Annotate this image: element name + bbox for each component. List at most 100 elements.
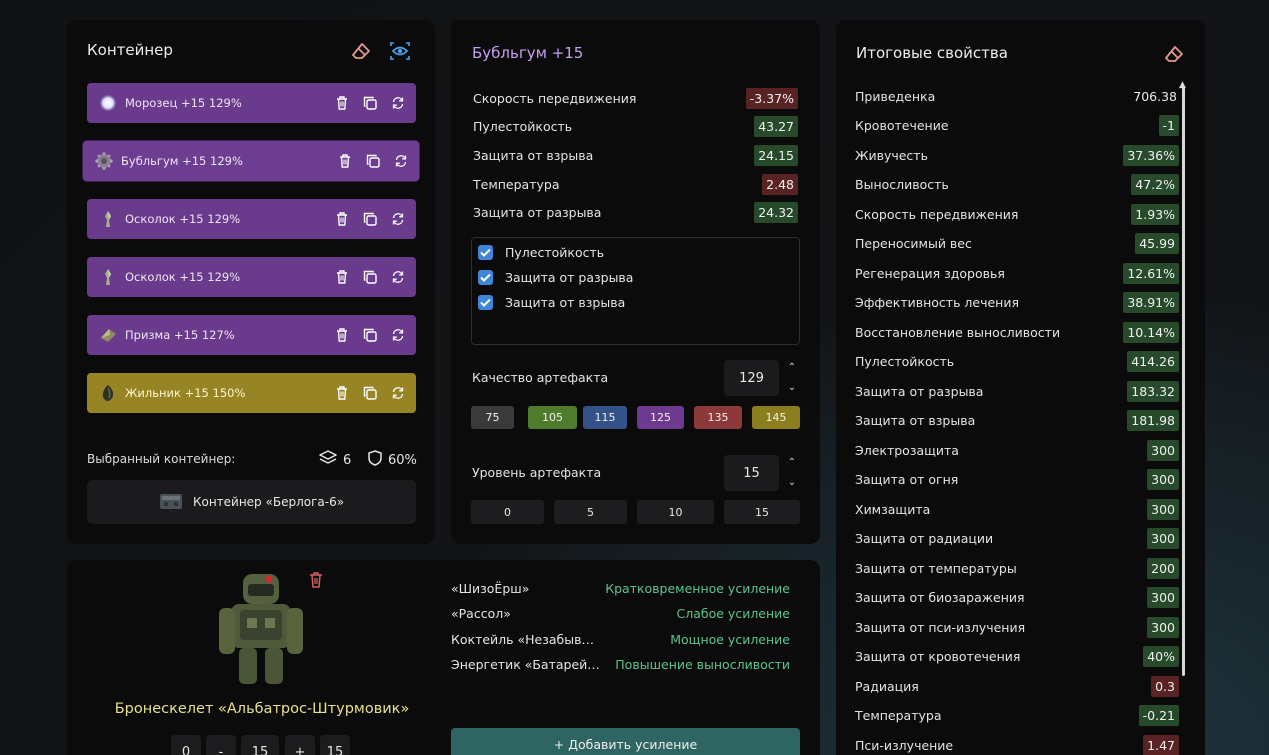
total-prop-row: Пулестойкость 414.26 [855,350,1179,374]
checklist-item[interactable]: Защита от взрыва [478,295,625,310]
stat-value: 2.48 [762,173,798,195]
vein-rock-icon [99,384,117,402]
quality-preset-button[interactable]: 135 [694,406,742,429]
quality-input[interactable]: 129 [724,360,779,396]
trash-icon[interactable] [332,383,352,403]
suit-level-min-button[interactable]: 0 [171,735,201,755]
layers-icon [319,450,337,470]
suit-level-input[interactable]: 15 [241,735,279,755]
artifact-stat-row: Скорость передвижения -3.37% [473,86,798,110]
swap-icon[interactable] [388,93,408,113]
trash-icon[interactable] [305,569,327,591]
prop-name: Переносимый вес [855,236,972,251]
container-item[interactable]: Призма +15 127% [87,315,416,355]
container-item[interactable]: Осколок +15 129% [87,257,416,297]
stat-name: Защита от взрыва [473,147,594,163]
checkbox-checked-icon[interactable] [478,295,493,310]
suit-panel: Бронескелет «Альбатрос-Штурмовик» «ШизоЁ… [67,560,820,755]
eraser-icon[interactable] [1163,43,1185,65]
checklist-item[interactable]: Защита от разрыва [478,270,633,285]
stat-name: Защита от разрыва [473,205,602,221]
checklist-item[interactable]: Пулестойкость [478,245,604,260]
quality-preset-button[interactable]: 115 [583,406,627,429]
artifact-stat-row: Пулестойкость 43.27 [473,115,798,139]
container-item[interactable]: Осколок +15 129% [87,199,416,239]
container-item[interactable]: Бубльгум +15 129% [83,141,419,181]
level-preset-button[interactable]: 0 [471,500,544,524]
boost-row[interactable]: Энергетик «Батарейка» Повышение выносливо… [451,655,790,675]
level-preset-button[interactable]: 15 [724,500,800,524]
prop-name: Приведенка [855,88,936,104]
stat-value: 43.27 [754,116,798,138]
total-prop-row: Живучесть 37.36% [855,143,1179,167]
chevron-up-icon[interactable]: ⌃ [788,458,796,468]
suit-level-decrease-button[interactable]: - [206,735,236,755]
boost-row[interactable]: «Рассол» Слабое усиление [451,604,790,624]
frost-orb-icon [99,94,117,112]
item-label: Осколок +15 129% [125,212,241,226]
prop-name: Кровотечение [855,118,949,133]
trash-icon[interactable] [332,325,352,345]
stat-value: -3.37% [745,87,798,109]
boost-row[interactable]: «ШизоЁрш» Кратковременное усиление [451,578,790,598]
prop-value: -1 [1158,115,1179,136]
boost-row[interactable]: Коктейль «Незабываемый» Мощное усиление [451,629,790,649]
quality-preset-button[interactable]: 105 [528,406,577,429]
trash-icon[interactable] [335,151,355,171]
prop-value: 414.26 [1127,351,1179,372]
chevron-up-icon[interactable]: ⌃ [788,363,796,373]
total-prop-row: Защита от биозаражения 300 [855,586,1179,610]
checkbox-checked-icon[interactable] [478,270,493,285]
suit-name: Бронескелет «Альбатрос-Штурмовик» [114,701,410,717]
total-prop-row: Защита от пси-излучения 300 [855,615,1179,639]
quality-preset-button[interactable]: 125 [637,406,684,429]
quality-spinner[interactable]: ⌃ ⌄ [786,363,798,393]
trash-icon[interactable] [332,93,352,113]
swap-icon[interactable] [388,383,408,403]
level-preset-button[interactable]: 10 [637,500,714,524]
prop-name: Выносливость [855,177,949,192]
scroll-up-icon[interactable]: ▲ [1179,80,1186,90]
container-item[interactable]: Жильник +15 150% [87,373,416,413]
quality-preset-button[interactable]: 145 [752,406,800,429]
swap-icon[interactable] [388,325,408,345]
total-prop-row: Защита от радиации 300 [855,527,1179,551]
copy-icon[interactable] [360,325,380,345]
trash-icon[interactable] [332,209,352,229]
eraser-icon[interactable] [350,40,372,62]
checkbox-checked-icon[interactable] [478,245,493,260]
level-preset-button[interactable]: 5 [554,500,627,524]
container-select-button[interactable]: Контейнер «Берлога-6» [87,480,416,524]
checklist-label: Защита от взрыва [505,295,626,310]
scrollbar[interactable] [1182,86,1185,676]
stat-value: 24.15 [754,144,798,166]
level-label: Уровень артефакта [472,465,602,480]
totals-panel: Итоговые свойства Приведенка 706.38 Кровот… [836,20,1205,755]
swap-icon[interactable] [388,209,408,229]
copy-icon[interactable] [360,383,380,403]
eye-scan-icon[interactable] [389,40,411,62]
item-label: Морозец +15 129% [125,96,242,110]
copy-icon[interactable] [363,151,383,171]
shield-icon [368,450,382,470]
level-spinner[interactable]: ⌃ ⌄ [786,458,798,488]
prop-name: Электрозащита [855,442,959,458]
chevron-down-icon[interactable]: ⌄ [788,478,796,488]
chevron-down-icon[interactable]: ⌄ [788,383,796,393]
copy-icon[interactable] [360,209,380,229]
copy-icon[interactable] [360,93,380,113]
trash-icon[interactable] [332,267,352,287]
swap-icon[interactable] [391,151,411,171]
container-item[interactable]: Морозец +15 129% [87,83,416,123]
prop-name: Регенерация здоровья [855,265,1005,281]
swap-icon[interactable] [388,267,408,287]
prop-name: Защита от пси-излучения [855,619,1026,635]
copy-icon[interactable] [360,267,380,287]
quality-preset-button[interactable]: 75 [471,406,514,429]
suit-level-max-button[interactable]: 15 [320,735,350,755]
item-label: Призма +15 127% [125,328,235,342]
artifact-panel: Бубльгум +15 Скорость передвижения -3.37%… [451,20,820,544]
suit-level-increase-button[interactable]: + [285,735,315,755]
level-input[interactable]: 15 [724,455,779,491]
add-boost-button[interactable]: + Добавить усиление [451,728,800,755]
